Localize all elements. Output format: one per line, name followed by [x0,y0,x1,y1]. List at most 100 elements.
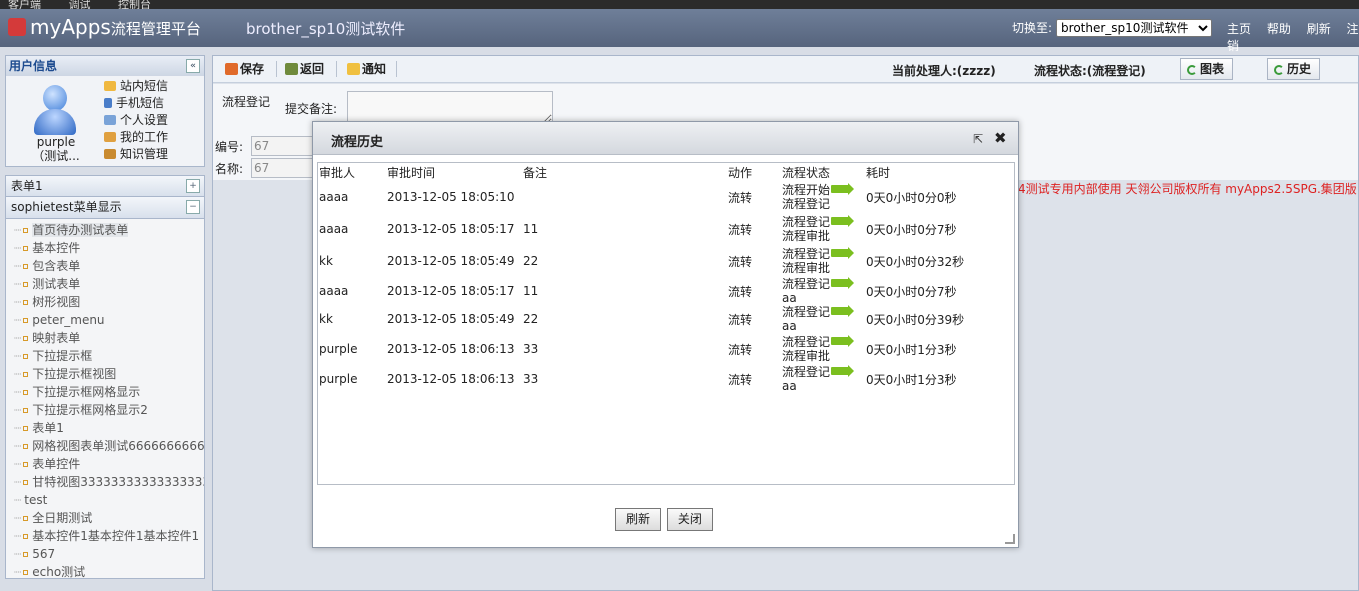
expand-icon[interactable]: + [186,179,200,193]
tree-connector: ┈ [14,547,22,561]
tree-connector: ┈ [14,241,22,255]
tree-item[interactable]: ┈ 下拉提示框视图 [6,365,204,383]
forms-section-title: 表单1 [11,179,43,193]
tree-item[interactable]: ┈ 甘特视图333333333333333333 [6,473,204,491]
tree-connector: ┈ [14,367,22,381]
history-button[interactable]: 历史 [1267,58,1321,80]
tree-item[interactable]: ┈ 全日期测试 [6,509,204,527]
tree-item[interactable]: ┈ 基本控件1基本控件1基本控件1 [6,527,204,545]
tree-item[interactable]: ┈ 测试表单 [6,275,204,293]
cell-time: 2013-12-05 18:05:10 [387,190,515,204]
tree-connector: ┈ [14,259,22,273]
number-field[interactable] [251,136,321,156]
cell-note: 22 [523,312,539,326]
header-links: 主页 帮助 刷新 注销 [1227,20,1359,54]
current-handler: 当前处理人:(zzzz) [892,64,996,78]
tree-item[interactable]: ┈ 基本控件 [6,239,204,257]
notify-button[interactable]: 通知 [347,60,386,77]
home-link[interactable]: 主页 [1227,22,1251,36]
cell-duration: 0天0小时0分32秒 [866,254,965,269]
cell-action: 流转 [728,254,753,269]
app-switch-select[interactable]: brother_sp10测试软件 [1056,19,1213,37]
tree-item[interactable]: ┈ 树形视图 [6,293,204,311]
tree-connector: ┈ [14,511,22,525]
close-icon[interactable]: ✖ [994,129,1007,147]
app-switcher: 切换至: brother_sp10测试软件 [1012,19,1213,37]
tree-item[interactable]: ┈ peter_menu [6,311,204,329]
tree-node-icon [23,480,29,485]
tree-connector: ┈ [14,349,22,363]
mail-icon [104,81,116,91]
popout-icon[interactable]: ⇱ [973,132,983,146]
tree-node-icon [23,570,29,575]
user-panel: 用户信息 « purple （测试... 站内短信 手机短信 个人设置 我的工作 知… [5,55,205,167]
tree-item[interactable]: ┈ 下拉提示框网格显示 [6,383,204,401]
forms-section-header[interactable]: 表单1 + [5,175,205,197]
tree-item-label: 下拉提示框 [32,349,93,363]
tree-item[interactable]: ┈ echo测试 [6,563,204,578]
status-to: aa [782,319,797,333]
tree-item[interactable]: ┈ 下拉提示框 [6,347,204,365]
user-dept: （测试... [32,149,80,163]
collapse-section-icon[interactable]: − [186,200,200,214]
tree-connector: ┈ [14,529,22,543]
chart-button[interactable]: 图表 [1180,58,1234,80]
status-from: 流程登记 [782,335,831,349]
topstrip-client[interactable]: 客户端 [8,0,41,9]
tree-item[interactable]: ┈ 包含表单 [6,257,204,275]
cell-status: 流程登记aa [782,305,866,333]
remark-input[interactable] [347,91,553,124]
col-note: 备注 [523,166,548,180]
tree-item[interactable]: ┈ 映射表单 [6,329,204,347]
logo: myApps流程管理平台 [8,15,201,39]
tree-connector: ┈ [14,223,22,237]
cell-note: 33 [523,342,539,356]
menu-section-header[interactable]: sophietest菜单显示 − [5,197,205,219]
refresh-icon [1187,65,1197,75]
history-table-container: 审批人 审批时间 备注 动作 流程状态 耗时 aaaa 2013-12-05 18… [317,162,1015,485]
cell-approver: aaaa [319,190,349,204]
refresh-button[interactable]: 刷新 [615,508,662,531]
number-label: 编号: [215,140,244,154]
tree-item-label: 甘特视图333333333333333333 [32,475,204,489]
tree-item-label: 下拉提示框视图 [32,367,117,381]
tree-connector: ┈ [14,295,22,309]
help-link[interactable]: 帮助 [1267,22,1291,36]
tree-connector: ┈ [14,403,22,417]
tree-item[interactable]: ┈ 567 [6,545,204,563]
tree-item-label: 基本控件1基本控件1基本控件1 [32,529,200,543]
tree-item[interactable]: ┈ 网格视图表单测试6666666666 [6,437,204,455]
tree-item-label: 基本控件 [32,241,81,255]
tree-item-label: test [24,493,48,507]
cell-status: 流程登记aa [782,277,866,305]
copyright-footer: 4测试专用内部使用 天翎公司版权所有 myApps2.5SPG.集团版 [1018,182,1357,196]
topstrip-debug[interactable]: 调试 [69,0,91,9]
close-button[interactable]: 关闭 [666,508,713,531]
tree-item[interactable]: ┈ 表单控件 [6,455,204,473]
table-row: purple 2013-12-05 18:06:13 33 流转 流程登记流程审批 0天0… [319,333,1014,365]
topstrip-console[interactable]: 控制台 [118,0,151,9]
tree-connector: ┈ [14,421,22,435]
refresh-link[interactable]: 刷新 [1307,22,1331,36]
user-menu-sms[interactable]: 手机短信 [104,95,168,112]
user-menu-settings[interactable]: 个人设置 [104,112,168,129]
cell-approver: aaaa [319,284,349,298]
resize-grip-icon[interactable] [1005,534,1015,544]
user-menu-knowledge[interactable]: 知识管理 [104,146,168,163]
tree-item-label: 下拉提示框网格显示2 [32,403,148,417]
back-button[interactable]: 返回 [285,60,324,77]
collapse-icon[interactable]: « [186,59,200,73]
logo-icon [8,18,26,36]
name-field[interactable] [251,158,321,178]
tree-item[interactable]: ┈ test [6,491,204,509]
user-menu-inbox[interactable]: 站内短信 [104,78,168,95]
tree-item[interactable]: ┈ 下拉提示框网格显示2 [6,401,204,419]
cell-duration: 0天0小时1分3秒 [866,342,957,357]
save-button[interactable]: 保存 [225,60,264,77]
tree-item-label: 测试表单 [32,277,81,291]
app-header: myApps流程管理平台 brother_sp10测试软件 切换至: brothe… [0,9,1359,53]
tree-item[interactable]: ┈ 首页待办测试表单 [6,221,204,239]
status-to: aa [782,379,797,393]
tree-item[interactable]: ┈ 表单1 [6,419,204,437]
user-menu-work[interactable]: 我的工作 [104,129,168,146]
